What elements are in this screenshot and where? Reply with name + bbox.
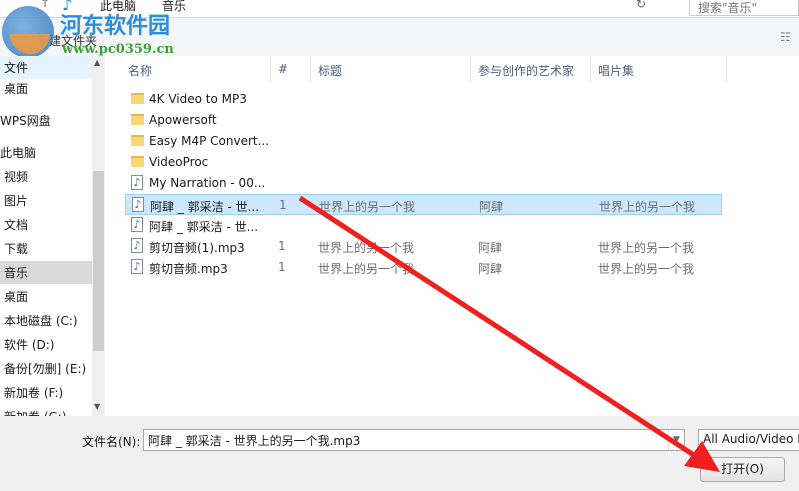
annotation-arrow: [298, 195, 720, 472]
